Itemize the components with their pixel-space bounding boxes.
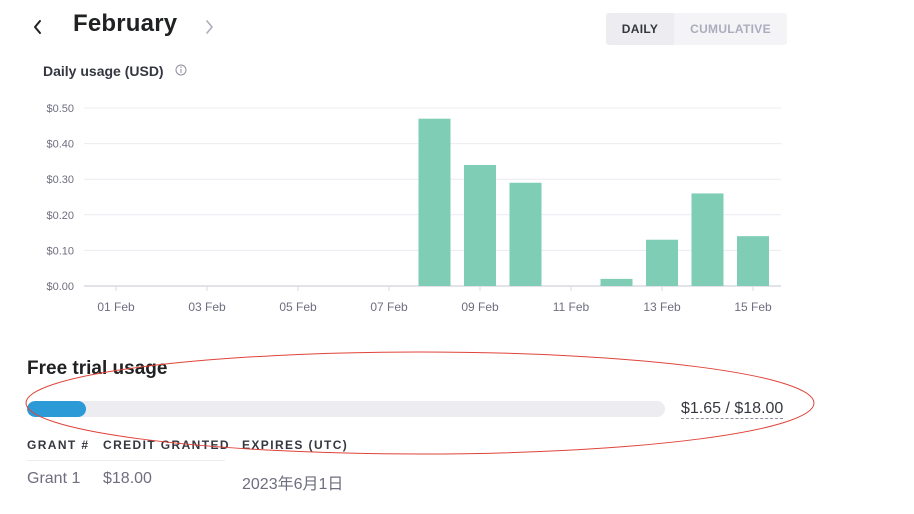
- bar-08-feb[interactable]: [418, 118, 451, 287]
- header-credit-granted: CREDIT GRANTED: [103, 438, 230, 452]
- daily-usage-chart: $0.00 $0.10 $0.20 $0.30 $0.40 $0.50 01 Feb 03 F…: [46, 103, 781, 314]
- grant-cell: Grant 1: [27, 470, 81, 487]
- header-grant-number: GRANT #: [27, 438, 90, 452]
- bar-09-feb[interactable]: [464, 164, 496, 286]
- expires-cell: 2023年6月1日: [242, 476, 344, 493]
- x-tick-label: 13 Feb: [643, 300, 681, 314]
- x-tick-label: 03 Feb: [188, 300, 226, 314]
- credit-cell: $18.00: [103, 470, 152, 487]
- y-tick-label: $0.00: [46, 281, 74, 293]
- usage-progress-bar: [27, 401, 665, 417]
- usage-amount[interactable]: $1.65 / $18.00: [681, 399, 784, 419]
- y-tick-label: $0.20: [46, 210, 74, 222]
- bar-14-feb[interactable]: [691, 193, 724, 286]
- table-divider: [27, 460, 225, 461]
- y-tick-label: $0.50: [46, 103, 74, 115]
- bar-15-feb[interactable]: [737, 236, 769, 286]
- header-expires: EXPIRES (UTC): [242, 438, 349, 452]
- x-tick-label: 07 Feb: [370, 300, 408, 314]
- x-tick-label: 15 Feb: [734, 300, 772, 314]
- x-tick-label: 01 Feb: [97, 300, 135, 314]
- x-tick-label: 05 Feb: [279, 300, 317, 314]
- bar-10-feb[interactable]: [509, 182, 542, 286]
- x-tick-label: 11 Feb: [553, 300, 590, 314]
- y-tick-label: $0.30: [46, 174, 74, 186]
- bar-13-feb[interactable]: [646, 239, 678, 286]
- y-tick-label: $0.40: [46, 139, 74, 151]
- y-tick-label: $0.10: [46, 245, 74, 257]
- x-tick-label: 09 Feb: [461, 300, 499, 314]
- free-trial-title: Free trial usage: [27, 358, 168, 379]
- usage-progress-fill: [27, 401, 86, 417]
- bar-12-feb[interactable]: [600, 278, 633, 286]
